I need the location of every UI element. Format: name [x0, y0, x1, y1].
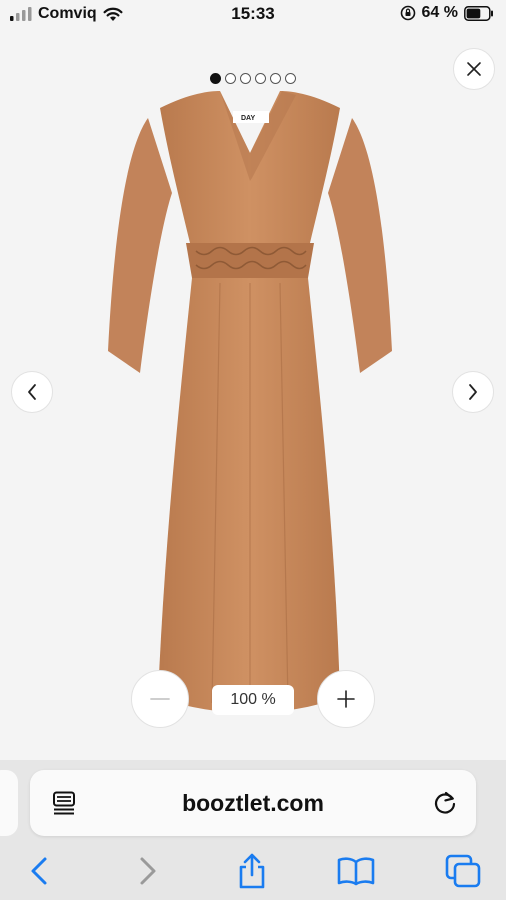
previous-image-button[interactable]: [11, 371, 53, 413]
forward-button[interactable]: [128, 851, 168, 891]
image-viewer: DAY 100 %: [0, 28, 506, 760]
product-image: DAY: [108, 91, 392, 713]
plus-icon: [337, 690, 355, 708]
close-icon: [467, 62, 481, 76]
back-button[interactable]: [19, 851, 59, 891]
share-icon: [239, 853, 265, 889]
chevron-left-icon: [28, 384, 36, 400]
battery-icon: [464, 5, 493, 21]
previous-tab-preview[interactable]: [0, 770, 18, 836]
reload-icon[interactable]: [432, 790, 458, 816]
browser-toolbar: [0, 846, 506, 896]
status-right: 64 %: [400, 4, 494, 22]
zoom-in-button[interactable]: [317, 670, 375, 728]
address-bar[interactable]: booztlet.com: [30, 770, 476, 836]
minus-icon: [150, 698, 170, 700]
bookmarks-button[interactable]: [336, 851, 376, 891]
url-text: booztlet.com: [182, 790, 324, 816]
brand-label: DAY: [241, 115, 255, 122]
zoom-out-button[interactable]: [131, 670, 189, 728]
forward-icon: [140, 857, 156, 885]
back-icon: [31, 857, 47, 885]
orientation-lock-icon: [400, 5, 415, 21]
tabs-button[interactable]: [443, 851, 483, 891]
browser-chrome: booztlet.com: [0, 760, 506, 900]
battery-percentage: 64 %: [421, 4, 458, 21]
zoom-level: 100 %: [212, 685, 294, 715]
next-image-button[interactable]: [452, 371, 494, 413]
status-bar: Comviq 15:33 64 %: [0, 0, 506, 28]
bookmarks-icon: [337, 857, 375, 886]
tabs-icon: [445, 854, 481, 888]
close-button[interactable]: [453, 48, 495, 90]
chevron-right-icon: [469, 384, 477, 400]
share-button[interactable]: [232, 851, 272, 891]
